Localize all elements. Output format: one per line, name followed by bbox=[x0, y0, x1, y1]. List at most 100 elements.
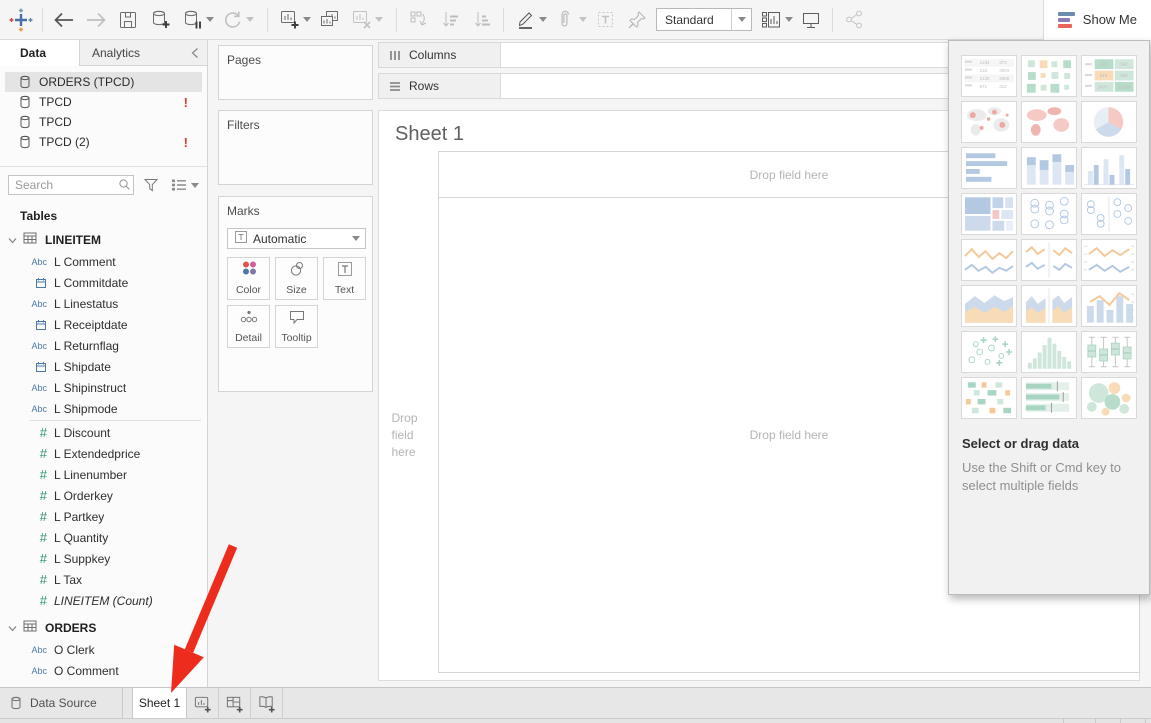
field-item[interactable]: #L Quantity bbox=[0, 527, 207, 548]
drop-zone-rows[interactable]: Drop field here bbox=[379, 197, 438, 673]
show-me-chart-highlight-table[interactable]: 123342548820247010560 bbox=[1081, 55, 1137, 97]
new-dashboard-tab-button[interactable] bbox=[219, 688, 251, 718]
data-source-item[interactable]: ORDERS (TPCD) bbox=[5, 72, 202, 92]
filters-card[interactable]: Filters bbox=[218, 110, 373, 185]
show-me-chart-treemap[interactable] bbox=[961, 193, 1017, 235]
show-me-chart-discrete-lines[interactable] bbox=[1021, 239, 1077, 281]
field-item[interactable]: #L Extendedprice bbox=[0, 443, 207, 464]
clear-sheet-dropdown[interactable] bbox=[375, 17, 383, 22]
save-button[interactable] bbox=[115, 6, 141, 34]
field-item[interactable]: #L Linenumber bbox=[0, 464, 207, 485]
detail-mark-button[interactable]: Detail bbox=[227, 305, 270, 348]
show-me-chart-filled-map[interactable] bbox=[1021, 101, 1077, 143]
tab-data[interactable]: Data bbox=[0, 40, 80, 66]
mark-type-dropdown[interactable]: Automatic bbox=[227, 228, 366, 249]
highlight-button[interactable] bbox=[512, 6, 538, 34]
swap-rows-columns-button[interactable] bbox=[405, 6, 431, 34]
field-item[interactable]: AbcL Returnflag bbox=[0, 335, 207, 356]
tab-analytics[interactable]: Analytics bbox=[80, 40, 183, 65]
show-me-chart-side-by-side-bars[interactable] bbox=[1081, 147, 1137, 189]
show-me-chart-symbol-map[interactable] bbox=[961, 101, 1017, 143]
field-item[interactable]: AbcO Comment bbox=[0, 660, 207, 681]
field-item[interactable]: #L Tax bbox=[0, 569, 207, 590]
data-source-item[interactable]: TPCD (2)! bbox=[5, 132, 202, 152]
new-worksheet-tab-button[interactable] bbox=[187, 688, 219, 718]
show-me-chart-horizontal-bars[interactable] bbox=[961, 147, 1017, 189]
field-item[interactable]: #LINEITEM (Count) bbox=[0, 590, 207, 611]
show-me-chart-scatter-plot[interactable] bbox=[961, 331, 1017, 373]
show-me-chart-dual-lines[interactable] bbox=[1081, 239, 1137, 281]
redo-button[interactable] bbox=[83, 6, 109, 34]
mark-type-caret[interactable] bbox=[346, 229, 365, 248]
sort-descending-button[interactable] bbox=[469, 6, 495, 34]
show-me-chart-gantt[interactable] bbox=[961, 377, 1017, 419]
show-me-chart-circle-views[interactable] bbox=[1021, 193, 1077, 235]
pause-auto-updates-dropdown[interactable] bbox=[206, 17, 214, 22]
table-node-orders[interactable]: ORDERS bbox=[0, 617, 207, 639]
field-item[interactable]: #L Orderkey bbox=[0, 485, 207, 506]
fit-mode-caret[interactable] bbox=[731, 9, 751, 30]
collapse-pane-chevron-icon[interactable] bbox=[183, 40, 207, 65]
field-item[interactable]: AbcL Linestatus bbox=[0, 293, 207, 314]
undo-button[interactable] bbox=[51, 6, 77, 34]
show-me-chart-discrete-area[interactable] bbox=[1021, 285, 1077, 327]
view-options-icon[interactable] bbox=[171, 178, 187, 192]
show-mark-labels-button[interactable] bbox=[592, 6, 618, 34]
run-update-dropdown[interactable] bbox=[246, 17, 254, 22]
data-source-item[interactable]: TPCD! bbox=[5, 92, 202, 112]
new-worksheet-button[interactable] bbox=[276, 6, 302, 34]
show-hide-cards-button[interactable] bbox=[758, 6, 784, 34]
show-me-chart-box-and-whisker[interactable] bbox=[1081, 331, 1137, 373]
show-me-chart-continuous-area[interactable] bbox=[961, 285, 1017, 327]
field-item[interactable]: #L Suppkey bbox=[0, 548, 207, 569]
chevron-down-icon[interactable] bbox=[8, 625, 17, 632]
run-update-button[interactable] bbox=[219, 6, 245, 34]
tooltip-mark-button[interactable]: Tooltip bbox=[275, 305, 318, 348]
show-me-chart-packed-bubbles[interactable] bbox=[1081, 377, 1137, 419]
table-node-lineitem[interactable]: LINEITEM bbox=[0, 229, 207, 251]
show-me-chart-histogram[interactable] bbox=[1021, 331, 1077, 373]
sort-ascending-button[interactable] bbox=[437, 6, 463, 34]
show-me-chart-text-table[interactable]: 1234373133300421202859671312 bbox=[961, 55, 1017, 97]
tableau-logo-icon[interactable] bbox=[8, 6, 34, 34]
share-button[interactable] bbox=[841, 6, 867, 34]
field-item[interactable]: L Shipdate bbox=[0, 356, 207, 377]
new-story-tab-button[interactable] bbox=[251, 688, 283, 718]
new-data-source-button[interactable] bbox=[147, 6, 173, 34]
chevron-down-icon[interactable] bbox=[8, 237, 17, 244]
presentation-mode-button[interactable] bbox=[798, 6, 824, 34]
show-me-chart-pie-chart[interactable] bbox=[1081, 101, 1137, 143]
new-worksheet-dropdown[interactable] bbox=[303, 17, 311, 22]
show-me-chart-stacked-bars[interactable] bbox=[1021, 147, 1077, 189]
tab-sheet-1[interactable]: Sheet 1 bbox=[132, 688, 187, 718]
show-me-chart-side-by-side-circles[interactable] bbox=[1081, 193, 1137, 235]
show-me-chart-bullet-graph[interactable] bbox=[1021, 377, 1077, 419]
show-me-chart-dual-combination[interactable] bbox=[1081, 285, 1137, 327]
clear-sheet-button[interactable] bbox=[348, 6, 374, 34]
group-members-button[interactable] bbox=[552, 6, 578, 34]
field-item[interactable]: AbcL Shipinstruct bbox=[0, 377, 207, 398]
size-mark-button[interactable]: Size bbox=[275, 257, 318, 300]
field-item[interactable]: L Receiptdate bbox=[0, 314, 207, 335]
group-members-dropdown[interactable] bbox=[579, 17, 587, 22]
show-me-chart-heatmap[interactable] bbox=[1021, 55, 1077, 97]
field-item[interactable]: #L Partkey bbox=[0, 506, 207, 527]
color-mark-button[interactable]: Color bbox=[227, 257, 270, 300]
search-input[interactable] bbox=[8, 175, 134, 195]
data-source-item[interactable]: TPCD bbox=[5, 112, 202, 132]
field-item[interactable]: AbcO Clerk bbox=[0, 639, 207, 660]
field-item[interactable]: #L Discount bbox=[0, 422, 207, 443]
show-me-chart-continuous-lines[interactable] bbox=[961, 239, 1017, 281]
field-item[interactable]: L Commitdate bbox=[0, 272, 207, 293]
duplicate-sheet-button[interactable] bbox=[316, 6, 342, 34]
view-options-dropdown[interactable] bbox=[191, 183, 199, 188]
pages-card[interactable]: Pages bbox=[218, 45, 373, 100]
highlight-dropdown[interactable] bbox=[539, 17, 547, 22]
field-item[interactable]: AbcL Shipmode bbox=[0, 398, 207, 419]
show-me-button[interactable]: Show Me bbox=[1043, 0, 1151, 40]
fit-mode-select[interactable]: Standard bbox=[656, 8, 752, 31]
field-item[interactable]: AbcL Comment bbox=[0, 251, 207, 272]
tab-data-source[interactable]: Data Source bbox=[0, 688, 123, 718]
filter-fields-icon[interactable] bbox=[143, 177, 159, 193]
show-hide-cards-dropdown[interactable] bbox=[785, 17, 793, 22]
